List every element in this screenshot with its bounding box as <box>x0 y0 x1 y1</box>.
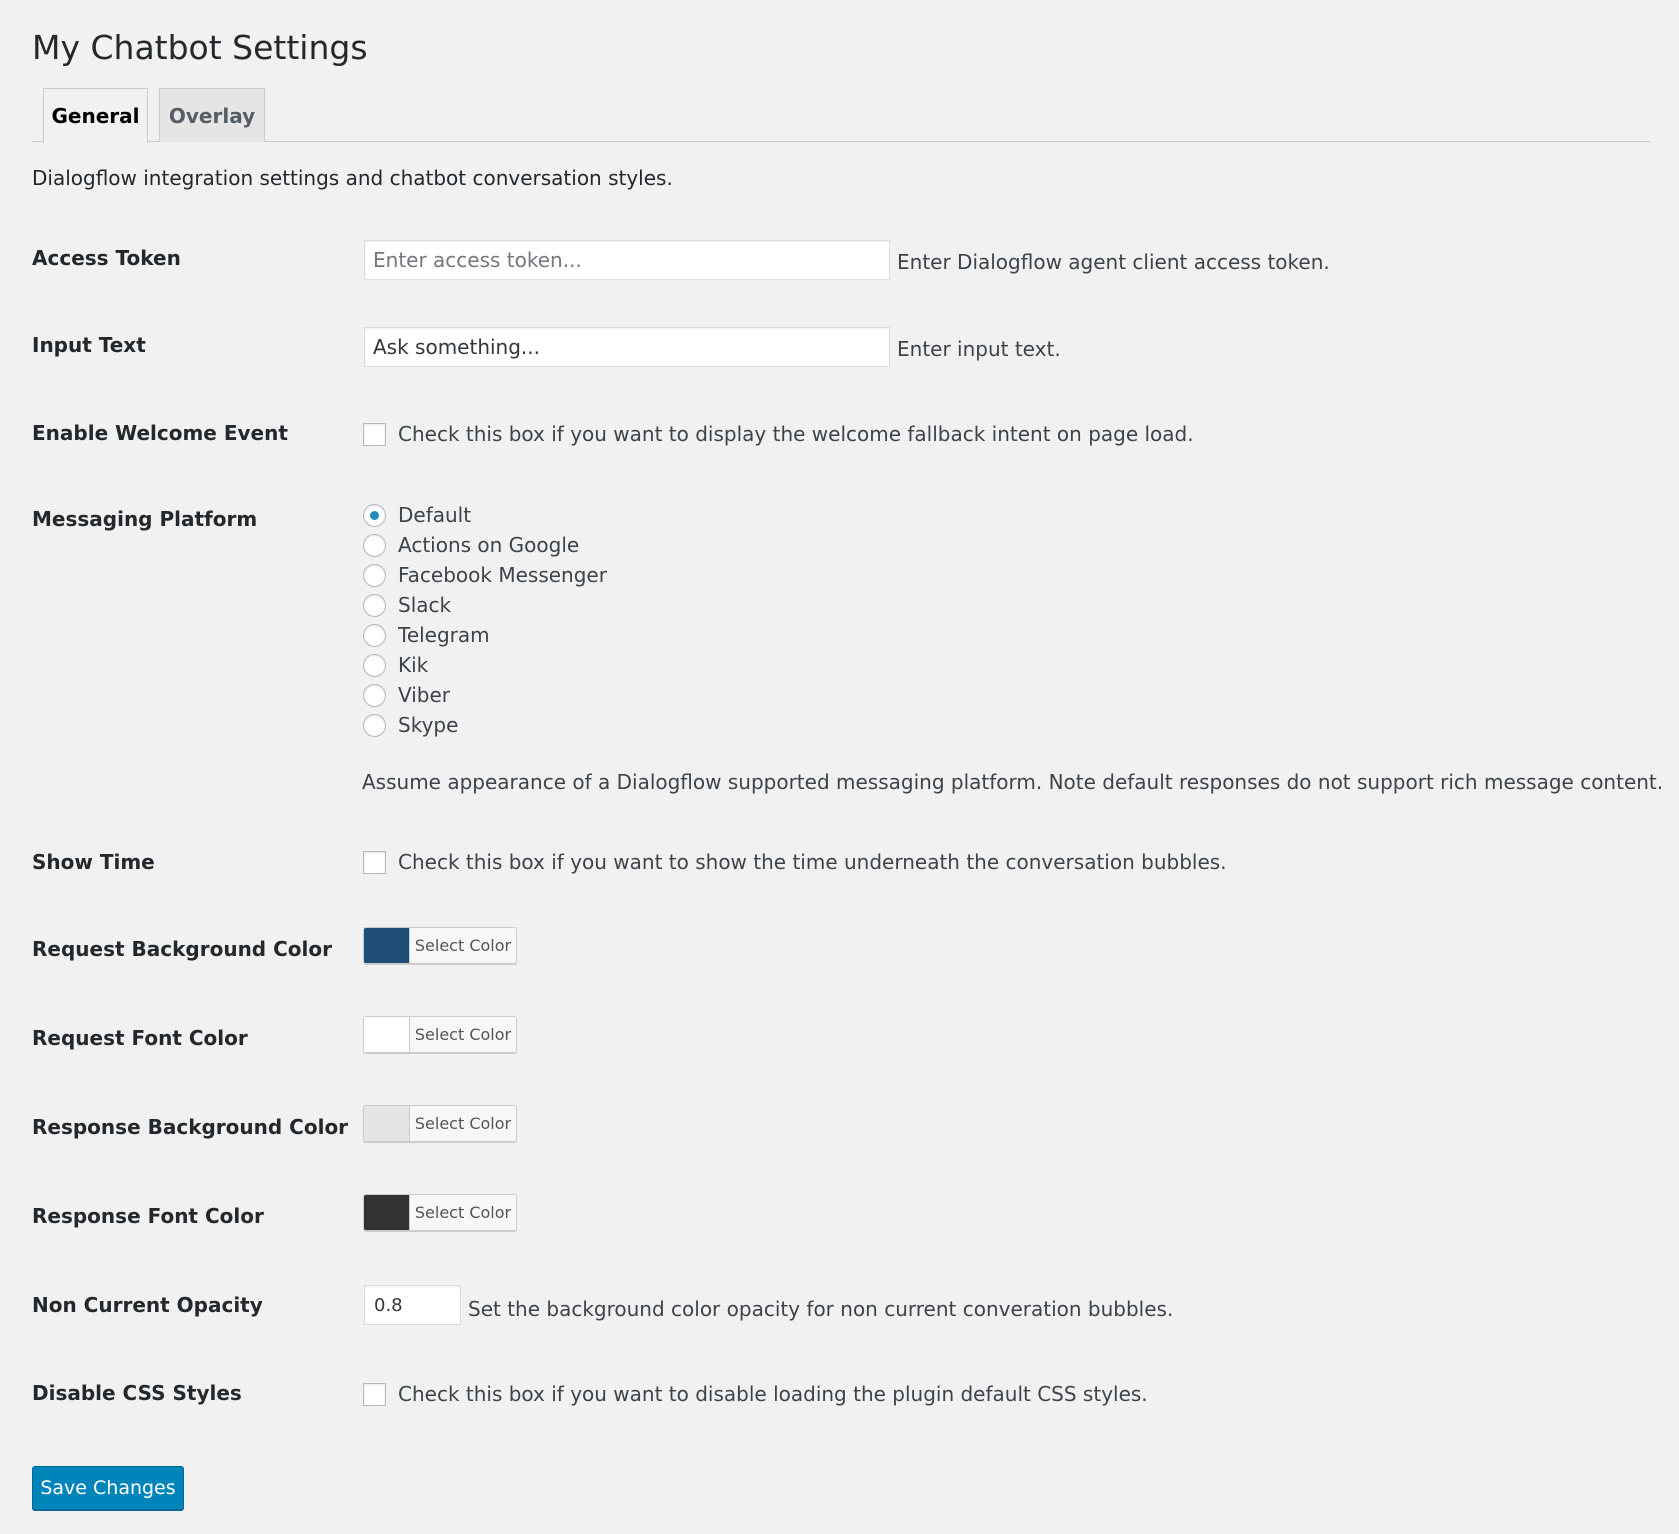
radio-button[interactable] <box>363 683 386 707</box>
tab-overlay[interactable]: Overlay <box>159 88 265 142</box>
radio-option-facebook-messenger[interactable]: Facebook Messenger <box>363 560 607 590</box>
show-time-checkbox[interactable] <box>363 851 386 874</box>
intro-text: Dialogflow integration settings and chat… <box>32 166 673 190</box>
access-token-description: Enter Dialogflow agent client access tok… <box>897 250 1330 274</box>
radio-option-label: Viber <box>398 683 451 707</box>
response-font-color-picker[interactable]: Select Color <box>363 1194 517 1231</box>
radio-button[interactable] <box>363 533 386 557</box>
opacity-label: Non Current Opacity <box>32 1293 263 1317</box>
radio-option-default[interactable]: Default <box>363 500 607 530</box>
show-time-description: Check this box if you want to show the t… <box>398 850 1227 874</box>
radio-button[interactable] <box>363 593 386 617</box>
welcome-event-label: Enable Welcome Event <box>32 421 288 445</box>
radio-option-label: Facebook Messenger <box>398 563 607 587</box>
request-font-color-label: Request Font Color <box>32 1026 248 1050</box>
radio-selected-dot <box>370 510 379 520</box>
select-color-label: Select Color <box>410 928 516 963</box>
radio-option-label: Slack <box>398 593 452 617</box>
radio-option-label: Default <box>398 503 472 527</box>
request-bg-color-label: Request Background Color <box>32 937 332 961</box>
radio-option-label: Actions on Google <box>398 533 580 557</box>
select-color-label: Select Color <box>410 1106 516 1141</box>
settings-page: My Chatbot Settings General Overlay Dial… <box>0 0 1679 1534</box>
radio-option-label: Kik <box>398 653 429 677</box>
radio-option-viber[interactable]: Viber <box>363 680 607 710</box>
page-title: My Chatbot Settings <box>32 28 368 67</box>
request-font-color-picker[interactable]: Select Color <box>363 1016 517 1053</box>
save-changes-button[interactable]: Save Changes <box>32 1466 184 1510</box>
input-text-field[interactable] <box>364 327 890 367</box>
show-time-label: Show Time <box>32 850 155 874</box>
messaging-platform-options: Default Actions on Google Facebook Messe… <box>363 500 607 740</box>
response-bg-color-picker[interactable]: Select Color <box>363 1105 517 1142</box>
messaging-platform-description: Assume appearance of a Dialogflow suppor… <box>362 770 1664 794</box>
welcome-event-checkbox[interactable] <box>363 423 386 446</box>
color-swatch <box>364 928 410 963</box>
messaging-platform-label: Messaging Platform <box>32 507 258 531</box>
opacity-input[interactable] <box>364 1285 461 1325</box>
tab-general[interactable]: General <box>43 88 148 143</box>
radio-option-telegram[interactable]: Telegram <box>363 620 607 650</box>
disable-css-checkbox[interactable] <box>363 1383 386 1406</box>
color-swatch <box>364 1106 410 1141</box>
color-swatch <box>364 1195 410 1230</box>
welcome-event-description: Check this box if you want to display th… <box>398 422 1194 446</box>
radio-option-slack[interactable]: Slack <box>363 590 607 620</box>
radio-button[interactable] <box>363 563 386 587</box>
color-swatch <box>364 1017 410 1052</box>
tab-bar: General Overlay <box>32 88 1650 143</box>
radio-option-skype[interactable]: Skype <box>363 710 607 740</box>
radio-option-kik[interactable]: Kik <box>363 650 607 680</box>
access-token-label: Access Token <box>32 246 181 270</box>
opacity-description: Set the background color opacity for non… <box>468 1297 1174 1321</box>
radio-button[interactable] <box>363 503 386 527</box>
radio-button[interactable] <box>363 623 386 647</box>
access-token-input[interactable] <box>364 240 890 280</box>
radio-option-actions-on-google[interactable]: Actions on Google <box>363 530 607 560</box>
input-text-label: Input Text <box>32 333 146 357</box>
select-color-label: Select Color <box>410 1017 516 1052</box>
radio-option-label: Skype <box>398 713 459 737</box>
disable-css-label: Disable CSS Styles <box>32 1381 242 1405</box>
select-color-label: Select Color <box>410 1195 516 1230</box>
request-bg-color-picker[interactable]: Select Color <box>363 927 517 964</box>
response-font-color-label: Response Font Color <box>32 1204 264 1228</box>
radio-button[interactable] <box>363 713 386 737</box>
response-bg-color-label: Response Background Color <box>32 1115 349 1139</box>
radio-button[interactable] <box>363 653 386 677</box>
radio-option-label: Telegram <box>398 623 490 647</box>
disable-css-description: Check this box if you want to disable lo… <box>398 1382 1148 1406</box>
input-text-description: Enter input text. <box>897 337 1061 361</box>
